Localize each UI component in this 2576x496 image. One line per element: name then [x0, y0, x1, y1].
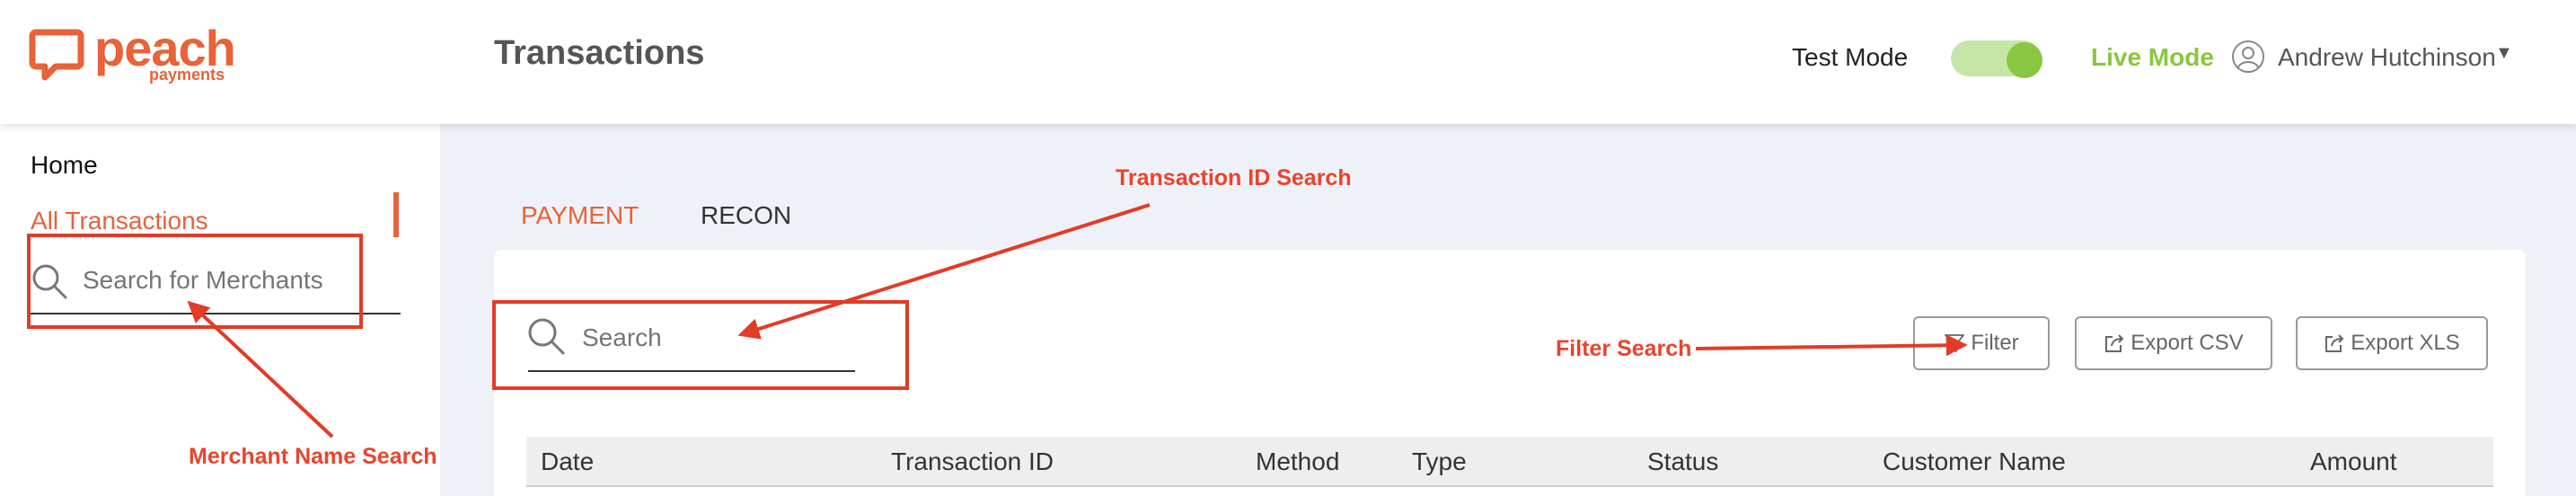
export-icon — [2325, 334, 2344, 352]
column-customer-name[interactable]: Customer Name — [1883, 447, 2066, 476]
test-mode-label: Test Mode — [1792, 43, 1909, 71]
logo-subtitle: payments — [149, 66, 225, 84]
mode-toggle-knob[interactable] — [2007, 42, 2042, 78]
live-mode-label: Live Mode — [2091, 43, 2214, 71]
tab-recon[interactable]: RECON — [701, 201, 791, 230]
export-csv-button[interactable]: Export CSV — [2075, 316, 2272, 370]
column-status[interactable]: Status — [1647, 447, 1718, 476]
filter-icon — [1945, 334, 1965, 352]
export-xls-button[interactable]: Export XLS — [2296, 316, 2488, 370]
column-type[interactable]: Type — [1412, 447, 1467, 476]
merchant-search-highlight-box — [27, 234, 363, 329]
app-header: peach payments Transactions Test Mode Li… — [0, 0, 2576, 124]
sidebar-item-all-transactions[interactable]: All Transactions — [31, 207, 208, 235]
column-amount[interactable]: Amount — [2310, 447, 2397, 476]
user-circle-icon[interactable] — [2231, 40, 2265, 74]
caret-down-icon[interactable]: ▼ — [2495, 43, 2513, 64]
annotation-filter-search: Filter Search — [1556, 336, 1692, 361]
table-header — [526, 437, 2493, 487]
user-menu-name[interactable]: Andrew Hutchinson — [2278, 43, 2496, 72]
column-date[interactable]: Date — [541, 447, 594, 476]
active-nav-indicator — [393, 192, 399, 237]
sidebar-item-home[interactable]: Home — [31, 151, 98, 180]
annotation-merchant-name-search: Merchant Name Search — [189, 444, 437, 469]
filter-button-label: Filter — [1971, 331, 2019, 355]
annotation-transaction-id-search: Transaction ID Search — [1116, 165, 1352, 190]
column-transaction-id[interactable]: Transaction ID — [891, 447, 1054, 476]
page-title: Transactions — [494, 34, 705, 72]
tab-payment[interactable]: PAYMENT — [521, 201, 639, 230]
export-xls-label: Export XLS — [2351, 331, 2460, 355]
transaction-search-highlight-box — [492, 300, 909, 390]
column-method[interactable]: Method — [1256, 447, 1339, 476]
export-csv-label: Export CSV — [2130, 331, 2244, 355]
peach-logo-icon[interactable] — [29, 27, 84, 83]
filter-button[interactable]: Filter — [1913, 316, 2050, 370]
export-icon — [2105, 334, 2124, 352]
